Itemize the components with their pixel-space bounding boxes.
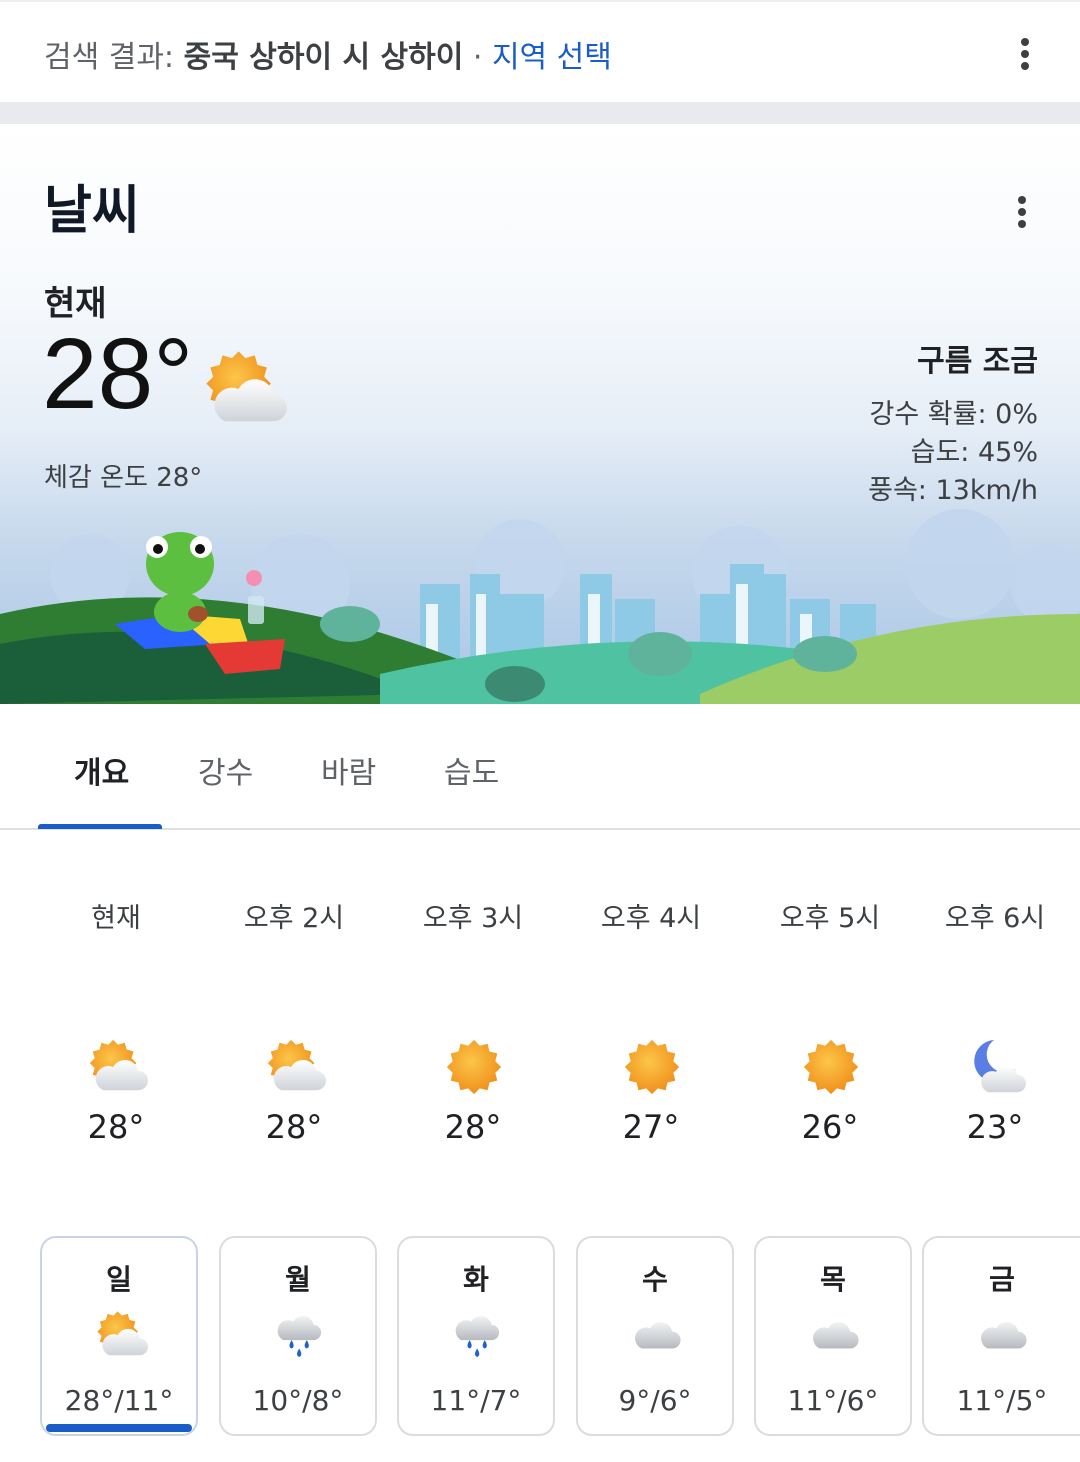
hourly-item[interactable]: 오후 3시 28° — [388, 896, 558, 1156]
moon-cloud-icon — [965, 1036, 1027, 1098]
weather-tabs: 개요 강수 바람 습도 — [0, 704, 1080, 830]
frog-mascot — [146, 532, 214, 632]
wind-speed: 풍속: 13km/h — [868, 475, 1038, 506]
hour-temp: 28° — [87, 1108, 145, 1146]
day-temps: 10°/8° — [252, 1384, 344, 1417]
weather-title: 날씨 — [44, 181, 140, 241]
feels-like: 체감 온도 28° — [44, 463, 203, 493]
hour-label: 오후 2시 — [243, 903, 345, 934]
selected-day-indicator — [46, 1424, 192, 1432]
day-card-mon[interactable]: 월 10°/8° — [219, 1236, 377, 1436]
day-card-tue[interactable]: 화 11°/7° — [397, 1236, 555, 1436]
section-divider — [0, 102, 1080, 124]
more-options-icon[interactable] — [1018, 38, 1032, 78]
day-name: 수 — [642, 1263, 668, 1296]
day-card-fri[interactable]: 금 11°/5° — [922, 1236, 1080, 1436]
day-name: 목 — [820, 1263, 846, 1296]
weather-illustration — [0, 509, 1080, 704]
humidity-value: 습도: 45% — [910, 437, 1038, 468]
day-name: 화 — [463, 1263, 489, 1296]
day-name: 월 — [285, 1263, 311, 1296]
day-card-wed[interactable]: 수 9°/6° — [576, 1236, 734, 1436]
partly-cloudy-icon — [264, 1036, 326, 1098]
rain-icon — [451, 1308, 505, 1362]
active-tab-indicator — [38, 824, 162, 829]
hour-temp: 27° — [622, 1108, 680, 1146]
hour-label: 오후 4시 — [600, 903, 702, 934]
cloud-icon — [808, 1308, 862, 1362]
sun-icon — [621, 1036, 683, 1098]
hour-label: 오후 5시 — [779, 903, 881, 934]
partly-cloudy-icon — [198, 346, 290, 432]
search-prefix: 검색 결과: — [44, 40, 184, 75]
search-context-bar: 검색 결과: 중국 상하이 시 상하이 · 지역 선택 — [0, 0, 1080, 102]
day-name: 일 — [106, 1263, 132, 1296]
precipitation-chance: 강수 확률: 0% — [869, 399, 1038, 430]
sun-icon — [443, 1036, 505, 1098]
hourly-item[interactable]: 오후 6시 23° — [910, 896, 1080, 1156]
condition-text: 구름 조금 — [917, 344, 1038, 379]
day-temps: 28°/11° — [64, 1384, 174, 1417]
partly-cloudy-icon — [86, 1036, 148, 1098]
hour-label: 현재 — [91, 903, 141, 934]
sun-icon — [800, 1036, 862, 1098]
tab-precipitation[interactable]: 강수 — [198, 748, 253, 792]
hourly-item[interactable]: 오후 2시 28° — [209, 896, 379, 1156]
day-card-sun[interactable]: 일 28°/11° — [40, 1236, 198, 1436]
rain-icon — [273, 1308, 327, 1362]
weather-more-options-icon[interactable] — [1015, 196, 1029, 236]
hourly-item[interactable]: 현재 28° — [31, 896, 201, 1156]
cloud-icon — [976, 1308, 1030, 1362]
tab-wind[interactable]: 바람 — [321, 748, 376, 792]
day-temps: 11°/6° — [787, 1384, 879, 1417]
hour-label: 오후 3시 — [422, 903, 524, 934]
hour-label: 오후 6시 — [944, 903, 1046, 934]
hour-temp: 28° — [265, 1108, 323, 1146]
tab-humidity[interactable]: 습도 — [444, 748, 499, 792]
day-temps: 11°/7° — [430, 1384, 522, 1417]
search-query-line: 검색 결과: 중국 상하이 시 상하이 · 지역 선택 — [44, 32, 612, 76]
day-temps: 9°/6° — [618, 1384, 692, 1417]
hour-temp: 26° — [801, 1108, 859, 1146]
day-card-thu[interactable]: 목 11°/6° — [754, 1236, 912, 1436]
tab-overview[interactable]: 개요 — [74, 748, 129, 792]
weather-hero: 날씨 현재 28° 체감 온도 28° 구름 조금 강수 확률: 0% 습도: … — [0, 124, 1080, 704]
day-temps: 11°/5° — [956, 1384, 1048, 1417]
hour-temp: 28° — [444, 1108, 502, 1146]
hour-temp: 23° — [966, 1108, 1024, 1146]
hourly-item[interactable]: 오후 5시 26° — [745, 896, 915, 1156]
cloud-icon — [630, 1308, 684, 1362]
choose-region-link[interactable]: 지역 선택 — [492, 40, 612, 75]
search-location: 중국 상하이 시 상하이 — [183, 40, 464, 75]
current-temperature: 28° — [42, 318, 194, 430]
day-name: 금 — [989, 1263, 1015, 1296]
hourly-item[interactable]: 오후 4시 27° — [566, 896, 736, 1156]
partly-cloudy-icon — [94, 1308, 148, 1362]
search-separator: · — [463, 40, 492, 75]
